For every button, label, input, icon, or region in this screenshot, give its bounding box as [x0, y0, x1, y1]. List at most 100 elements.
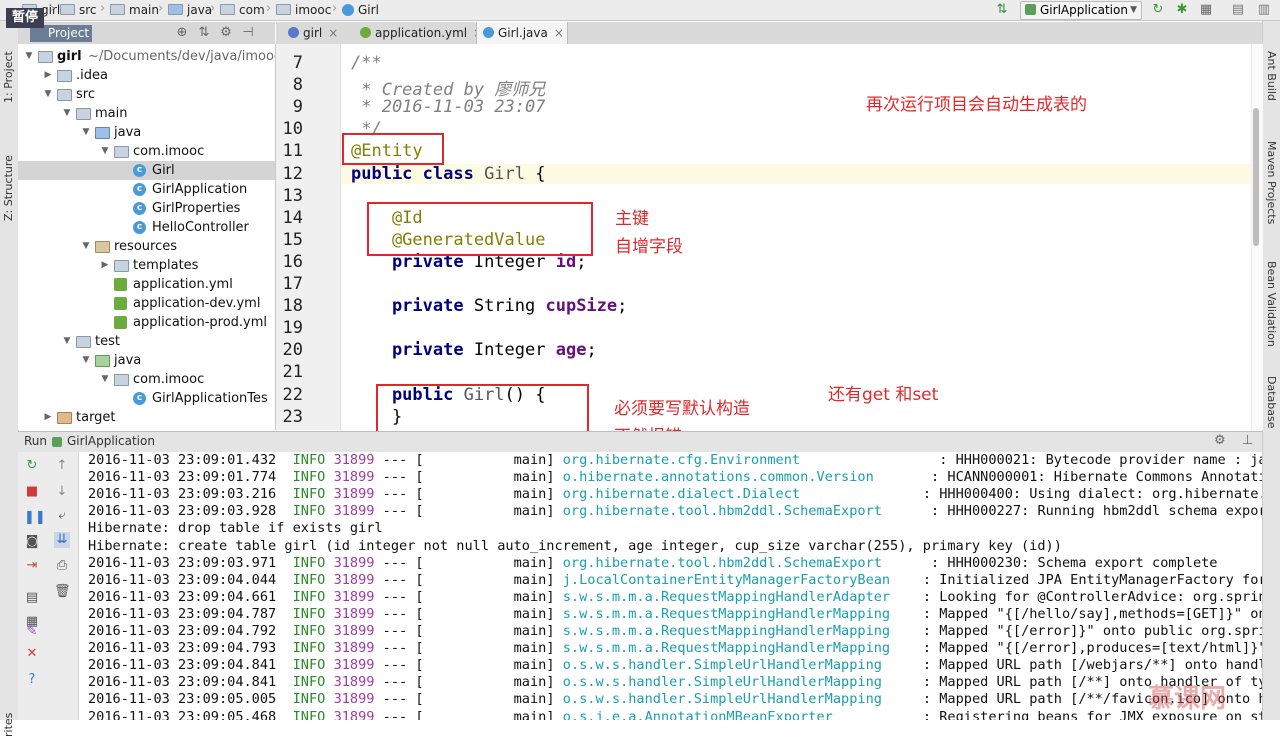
hide-panel-icon[interactable]: ⊥: [1242, 433, 1253, 448]
console-line[interactable]: 2016-11-03 23:09:05.005 INFO 31899 --- […: [88, 691, 1262, 708]
breadcrumb-com[interactable]: com: [220, 2, 265, 18]
tree-item[interactable]: ▼ com.imooc: [18, 370, 275, 389]
pause-badge[interactable]: 暂停: [6, 8, 44, 28]
tree-item[interactable]: ▼ resources: [18, 237, 275, 256]
structure-tool-button[interactable]: Z: Structure: [2, 155, 15, 221]
exit-icon[interactable]: ⇥: [24, 558, 40, 574]
ant-build-tool-button[interactable]: Ant Build: [1265, 51, 1278, 101]
close-icon[interactable]: ×: [554, 26, 564, 40]
hide-icon[interactable]: ⊣: [240, 25, 256, 41]
console-line[interactable]: 2016-11-03 23:09:03.928 INFO 31899 --- […: [88, 503, 1262, 520]
console-line[interactable]: 2016-11-03 23:09:01.774 INFO 31899 --- […: [88, 469, 1262, 486]
console-line[interactable]: 2016-11-03 23:09:04.793 INFO 31899 --- […: [88, 640, 1262, 657]
expanded-arrow-icon[interactable]: ▼: [100, 370, 110, 389]
tree-item[interactable]: application.yml: [18, 275, 275, 294]
breadcrumb-java[interactable]: java: [168, 2, 212, 18]
database-tool-button[interactable]: Database: [1265, 376, 1278, 429]
console-line[interactable]: 2016-11-03 23:09:05.468 INFO 31899 --- […: [88, 709, 1262, 721]
scroll-up-icon[interactable]: ↑: [54, 458, 70, 474]
settings-icon[interactable]: ▤: [1230, 2, 1246, 18]
tree-item[interactable]: application-dev.yml: [18, 294, 275, 313]
code-line[interactable]: * 2016-11-03 23:07: [351, 97, 545, 117]
expanded-arrow-icon[interactable]: ▼: [62, 104, 72, 123]
console-line[interactable]: 2016-11-03 23:09:04.044 INFO 31899 --- […: [88, 572, 1262, 589]
bean-validation-tool-button[interactable]: Bean Validation: [1265, 261, 1278, 347]
console-line[interactable]: 2016-11-03 23:09:03.971 INFO 31899 --- […: [88, 555, 1218, 572]
console-line[interactable]: 2016-11-03 23:09:03.216 INFO 31899 --- […: [88, 486, 1262, 503]
gear-icon[interactable]: ⚙: [218, 25, 234, 41]
code-line[interactable]: private Integer age;: [351, 340, 597, 360]
code-line[interactable]: public class Girl {: [341, 163, 1251, 184]
tree-item[interactable]: ▶ templates: [18, 256, 275, 275]
breadcrumb-main[interactable]: main: [110, 2, 159, 18]
code-line[interactable]: /**: [351, 53, 382, 73]
breadcrumb-src[interactable]: src: [60, 2, 97, 18]
editor-scrollbar-thumb[interactable]: [1253, 108, 1259, 246]
expanded-arrow-icon[interactable]: ▼: [24, 47, 34, 66]
help-icon[interactable]: ?: [24, 672, 40, 688]
tree-item[interactable]: ▶ target: [18, 408, 275, 427]
stop-icon[interactable]: ■: [24, 484, 40, 500]
tree-item[interactable]: ▼ com.imooc: [18, 142, 275, 161]
expanded-arrow-icon[interactable]: ▼: [81, 123, 91, 142]
scroll-to-end-icon[interactable]: ⇊: [54, 532, 70, 548]
tree-item[interactable]: ▼ girl ~/Documents/dev/java/imooc/: [18, 47, 275, 66]
tree-item[interactable]: c GirlApplication: [18, 180, 275, 199]
tree-item[interactable]: ▼ test: [18, 332, 275, 351]
tree-item[interactable]: ▶ .idea: [18, 66, 275, 85]
favorites-tool-button[interactable]: rites: [2, 713, 15, 737]
sdk-icon[interactable]: ▥: [1256, 2, 1272, 18]
close-icon[interactable]: ×: [328, 26, 338, 40]
breadcrumb-girl-class[interactable]: Girl: [342, 2, 379, 18]
rerun-icon[interactable]: ↻: [24, 458, 40, 474]
close-icon[interactable]: ✕: [24, 646, 40, 662]
expanded-arrow-icon[interactable]: ▼: [81, 237, 91, 256]
project-tool-button[interactable]: 1: Project: [2, 51, 15, 103]
editor-tab[interactable]: application.yml×: [354, 22, 483, 44]
tree-item[interactable]: c Girl: [18, 161, 275, 180]
tree-item[interactable]: c GirlProperties: [18, 199, 275, 218]
tree-item[interactable]: ▼ src: [18, 85, 275, 104]
tree-item[interactable]: c HelloController: [18, 218, 275, 237]
maven-projects-tool-button[interactable]: Maven Projects: [1265, 141, 1278, 224]
scroll-down-icon[interactable]: ↓: [54, 484, 70, 500]
rerun-icon[interactable]: ↻: [1150, 2, 1166, 18]
tree-item[interactable]: c GirlApplicationTes: [18, 389, 275, 408]
collapsed-arrow-icon[interactable]: ▶: [100, 256, 110, 275]
coverage-icon[interactable]: ▦: [1198, 2, 1214, 18]
tree-item[interactable]: ▼ java: [18, 351, 275, 370]
editor-tab[interactable]: Girl.java ×: [476, 22, 568, 44]
console-line[interactable]: 2016-11-03 23:09:04.787 INFO 31899 --- […: [88, 606, 1262, 623]
soft-wrap-icon[interactable]: ⤶: [54, 508, 70, 524]
layout-icon[interactable]: ▤: [24, 590, 40, 606]
run-configuration-select[interactable]: GirlApplication ▼: [1020, 1, 1142, 20]
dump-threads-icon[interactable]: ◙: [24, 534, 40, 550]
editor-tab[interactable]: girl ×: [282, 22, 350, 44]
debug-icon[interactable]: ✱: [1174, 2, 1190, 18]
gear-icon[interactable]: ⚙: [1214, 433, 1226, 448]
collapse-icon[interactable]: ⇅: [196, 25, 212, 41]
tree-item[interactable]: ▼ main: [18, 104, 275, 123]
console-output[interactable]: 2016-11-03 23:09:01.432 INFO 31899 --- […: [79, 452, 1262, 720]
console-line[interactable]: Hibernate: create table girl (id integer…: [88, 538, 1062, 555]
pause-icon[interactable]: ❚❚: [24, 510, 46, 526]
console-line[interactable]: 2016-11-03 23:09:04.792 INFO 31899 --- […: [88, 623, 1262, 640]
console-line[interactable]: 2016-11-03 23:09:04.661 INFO 31899 --- […: [88, 589, 1262, 606]
vcs-update-icon[interactable]: ⇅: [994, 2, 1010, 18]
console-line[interactable]: 2016-11-03 23:09:04.841 INFO 31899 --- […: [88, 657, 1262, 674]
breadcrumb-imooc[interactable]: imooc: [276, 2, 331, 18]
sync-icon[interactable]: ⊕: [174, 25, 190, 41]
code-line[interactable]: private String cupSize;: [351, 296, 627, 316]
expanded-arrow-icon[interactable]: ▼: [43, 85, 53, 104]
collapsed-arrow-icon[interactable]: ▶: [43, 66, 53, 85]
collapsed-arrow-icon[interactable]: ▶: [43, 408, 53, 427]
expanded-arrow-icon[interactable]: ▼: [100, 142, 110, 161]
expanded-arrow-icon[interactable]: ▼: [81, 351, 91, 370]
expanded-arrow-icon[interactable]: ▼: [62, 332, 72, 351]
console-line[interactable]: Hibernate: drop table if exists girl: [88, 520, 383, 537]
tree-item[interactable]: application-prod.yml: [18, 313, 275, 332]
print-icon[interactable]: ⎙: [54, 558, 70, 574]
pin-tab-icon[interactable]: ✎: [24, 624, 40, 640]
run-panel-title[interactable]: GirlApplication: [67, 434, 155, 448]
console-line[interactable]: 2016-11-03 23:09:01.432 INFO 31899 --- […: [88, 452, 1262, 469]
